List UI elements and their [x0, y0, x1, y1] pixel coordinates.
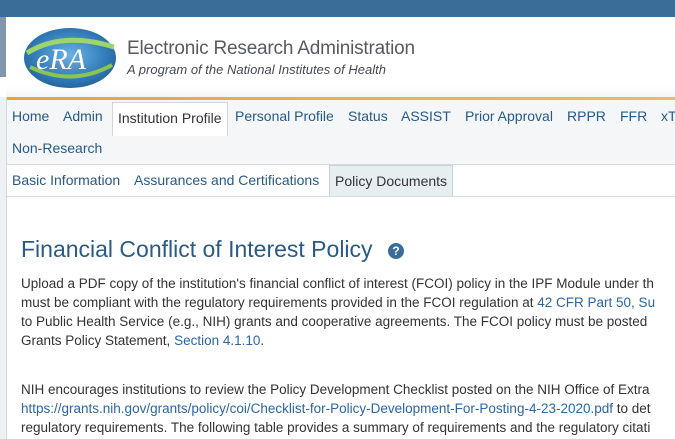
site-title: Electronic Research Administration	[127, 38, 415, 59]
tab-assurances-certifications[interactable]: Assurances and Certifications	[129, 165, 324, 196]
nav-item-home[interactable]: Home	[7, 100, 54, 130]
cfr-link[interactable]: 42 CFR Part 50, S	[537, 295, 647, 310]
checklist-link[interactable]: https://grants.nih.gov/grants/policy/coi…	[21, 401, 613, 416]
fcoi-paragraph-line-3: to Public Health Service (e.g., NIH) gra…	[21, 314, 648, 329]
page-title: Financial Conflict of Interest Policy	[21, 236, 373, 262]
section-link[interactable]: Section 4.1.10	[174, 333, 260, 348]
site-header: eRA Electronic Research Administration A…	[6, 17, 675, 97]
cfr-link-extra[interactable]: u	[648, 295, 656, 310]
nav-item-ffr[interactable]: FFR	[615, 100, 652, 130]
paragraph-text: Grants Policy Statement,	[21, 333, 175, 348]
checklist-paragraph-line-2: https://grants.nih.gov/grants/policy/coi…	[21, 399, 651, 419]
nav-item-assist[interactable]: ASSIST	[396, 100, 456, 130]
fcoi-paragraph-line-2: must be compliant with the regulatory re…	[21, 293, 655, 313]
tab-policy-documents[interactable]: Policy Documents	[329, 165, 454, 196]
paragraph-text: .	[260, 333, 265, 348]
site-subtitle: A program of the National Institutes of …	[127, 62, 386, 77]
top-bar	[0, 0, 675, 17]
help-icon[interactable]: ?	[388, 243, 404, 259]
nav-item-status[interactable]: Status	[343, 100, 393, 130]
checklist-paragraph-line-3: regulatory requirements. The following t…	[21, 420, 651, 435]
nav-item-prior-approval[interactable]: Prior Approval	[460, 100, 558, 130]
nav-item-personal-profile[interactable]: Personal Profile	[230, 100, 339, 130]
paragraph-text: to det	[613, 401, 651, 416]
left-frame	[0, 97, 7, 439]
sub-nav: Basic Information Assurances and Certifi…	[7, 165, 675, 197]
nav-item-non-research[interactable]: Non-Research	[7, 132, 107, 162]
checklist-paragraph-line-1: NIH encourages institutions to review th…	[21, 382, 650, 397]
nav-item-rppr[interactable]: RPPR	[562, 100, 611, 130]
nav-item-xt[interactable]: xT	[656, 100, 675, 130]
fcoi-paragraph-line-4: Grants Policy Statement, Section 4.1.10.	[21, 331, 264, 351]
nav-item-admin[interactable]: Admin	[58, 100, 108, 130]
nav-item-institution-profile[interactable]: Institution Profile	[112, 102, 228, 136]
tab-basic-information[interactable]: Basic Information	[7, 165, 125, 196]
logo-text: eRA	[36, 43, 87, 76]
main-nav: Home Admin Institution Profile Personal …	[7, 100, 675, 165]
fcoi-paragraph-line-1: Upload a PDF copy of the institution's f…	[21, 276, 654, 291]
paragraph-text: must be compliant with the regulatory re…	[21, 295, 538, 310]
era-logo[interactable]: eRA	[22, 25, 118, 91]
